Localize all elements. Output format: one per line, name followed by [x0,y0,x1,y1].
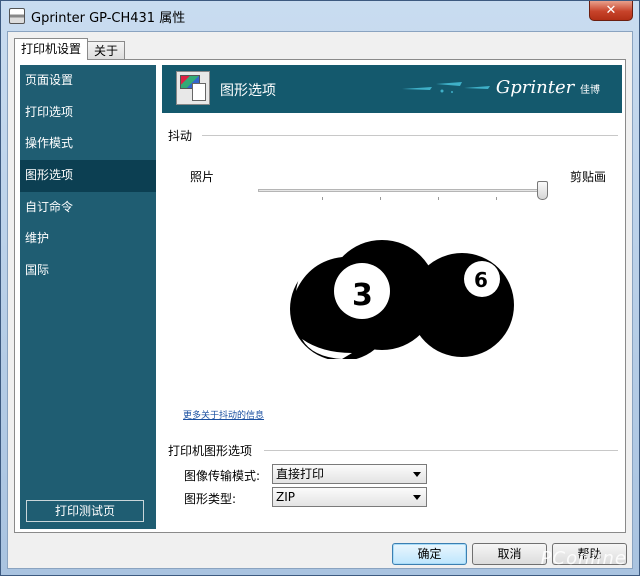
graphics-options-icon [176,71,210,105]
window-title: Gprinter GP-CH431 属性 [31,10,186,26]
clipart-label: 剪贴画 [570,170,607,184]
dither-section-title: 抖动 [168,127,197,144]
close-button[interactable]: ✕ [589,1,633,21]
photo-label: 照片 [190,170,215,184]
graphic-type-label: 图形类型: [184,492,237,506]
tab-printer-settings[interactable]: 打印机设置 [14,38,89,60]
dialog-client: 打印机设置 关于 页面设置 打印选项 操作模式 图形选项 自订命令 维护 国际 … [7,31,633,569]
print-test-page-button[interactable]: 打印测试页 [26,500,144,522]
svg-text:6: 6 [474,268,488,292]
chevron-down-icon [413,472,421,477]
pane-header: 图形选项 Gprinter 佳博 [162,65,622,113]
sidebar: 页面设置 打印选项 操作模式 图形选项 自订命令 维护 国际 打印测试页 [20,65,156,529]
dither-slider-track[interactable] [258,189,546,192]
transfer-mode-label: 图像传输模式: [184,469,261,483]
chevron-down-icon [413,495,421,500]
pane-title: 图形选项 [220,83,276,99]
tab-strip: 打印机设置 关于 [14,38,126,60]
dither-divider [202,135,618,136]
more-dither-info-link[interactable]: 更多关于抖动的信息 [183,408,264,421]
gprinter-logo: Gprinter 佳博 [495,77,600,98]
sidebar-item-international[interactable]: 国际 [20,255,156,287]
title-bar[interactable]: Gprinter GP-CH431 属性 ✕ [1,1,639,31]
graphics-options-pane: 图形选项 Gprinter 佳博 抖动 照片 剪贴画 3 6 更多关于抖动的信息… [162,65,622,529]
tab-about[interactable]: 关于 [87,41,126,60]
pconline-watermark: PConline [540,548,627,569]
sidebar-item-custom-commands[interactable]: 自订命令 [20,192,156,224]
svg-text:3: 3 [352,278,373,313]
ok-button[interactable]: 确定 [392,543,467,565]
printer-graphics-divider [264,450,618,451]
sidebar-item-maintenance[interactable]: 维护 [20,223,156,255]
brand-decoration-icon [402,82,490,93]
tab-panel: 页面设置 打印选项 操作模式 图形选项 自订命令 维护 国际 打印测试页 图形选… [14,59,626,533]
sidebar-item-print-options[interactable]: 打印选项 [20,97,156,129]
transfer-mode-select[interactable]: 直接打印 [272,464,427,484]
dither-preview-image: 3 6 [290,240,514,359]
properties-window: Gprinter GP-CH431 属性 ✕ 打印机设置 关于 页面设置 打印选… [0,0,640,576]
graphic-type-select[interactable]: ZIP [272,487,427,507]
cancel-button[interactable]: 取消 [472,543,547,565]
sidebar-item-graphics-options[interactable]: 图形选项 [20,160,156,192]
dither-slider-thumb[interactable] [537,181,548,200]
sidebar-item-operation-mode[interactable]: 操作模式 [20,128,156,160]
sidebar-item-page-setup[interactable]: 页面设置 [20,65,156,97]
printer-graphics-section-title: 打印机图形选项 [168,442,257,459]
printer-icon [9,8,25,24]
